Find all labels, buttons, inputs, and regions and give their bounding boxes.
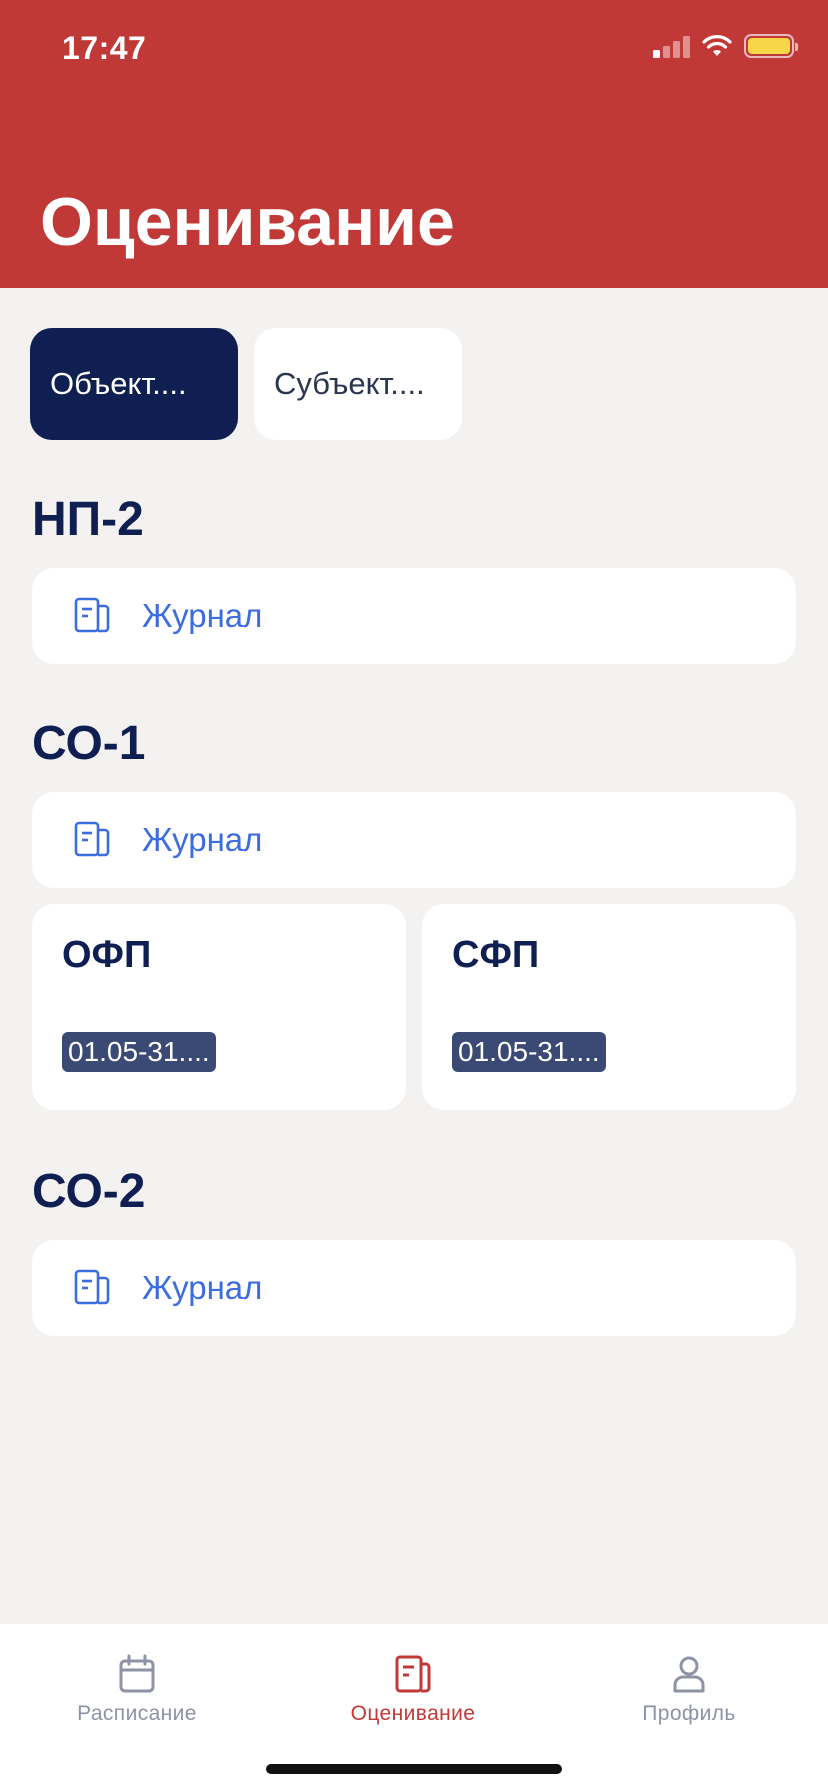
test-title: СФП <box>452 934 540 976</box>
journal-label: Журнал <box>142 821 263 858</box>
calendar-icon <box>119 1654 155 1693</box>
tab-label: Профиль <box>642 1702 736 1725</box>
wifi-icon <box>702 35 732 56</box>
group-title-so1: СО-1 <box>32 717 146 770</box>
period-badge: 01.05-31.... <box>62 1032 216 1072</box>
document-icon <box>74 597 110 633</box>
home-indicator[interactable] <box>266 1764 562 1774</box>
tab-grading[interactable]: Оценивание <box>313 1654 513 1726</box>
journal-button-np2[interactable]: Журнал <box>32 568 796 664</box>
journal-button-so1[interactable]: Журнал <box>32 792 796 888</box>
segment-objective[interactable]: Объект.... <box>30 328 238 440</box>
period-badge: 01.05-31.... <box>452 1032 606 1072</box>
test-card-ofp[interactable]: ОФП 01.05-31.... <box>32 904 406 1110</box>
group-title-np2: НП-2 <box>32 493 144 546</box>
tab-label: Оценивание <box>350 1702 476 1725</box>
journal-label: Журнал <box>142 1269 263 1306</box>
screen: 17:47 Оценивание Объект.... Субъект.... … <box>0 0 828 1792</box>
tab-profile[interactable]: Профиль <box>589 1654 789 1726</box>
status-time: 17:47 <box>62 30 147 66</box>
group-title-so2: СО-2 <box>32 1165 146 1218</box>
segment-subjective[interactable]: Субъект.... <box>254 328 462 440</box>
test-title: ОФП <box>62 934 152 976</box>
person-icon <box>673 1656 705 1693</box>
journal-button-so2[interactable]: Журнал <box>32 1240 796 1336</box>
test-card-sfp[interactable]: СФП 01.05-31.... <box>422 904 796 1110</box>
battery-icon <box>744 34 798 58</box>
status-icons <box>653 34 798 58</box>
journal-label: Журнал <box>142 597 263 634</box>
document-icon <box>395 1655 431 1693</box>
header: 17:47 Оценивание <box>0 0 828 288</box>
segment-control: Объект.... Субъект.... <box>30 328 462 440</box>
document-icon <box>74 821 110 857</box>
page-title: Оценивание <box>40 184 455 260</box>
tab-label: Расписание <box>77 1702 197 1725</box>
tab-schedule[interactable]: Расписание <box>37 1654 237 1726</box>
document-icon <box>74 1269 110 1305</box>
cellular-signal-icon <box>653 34 690 58</box>
